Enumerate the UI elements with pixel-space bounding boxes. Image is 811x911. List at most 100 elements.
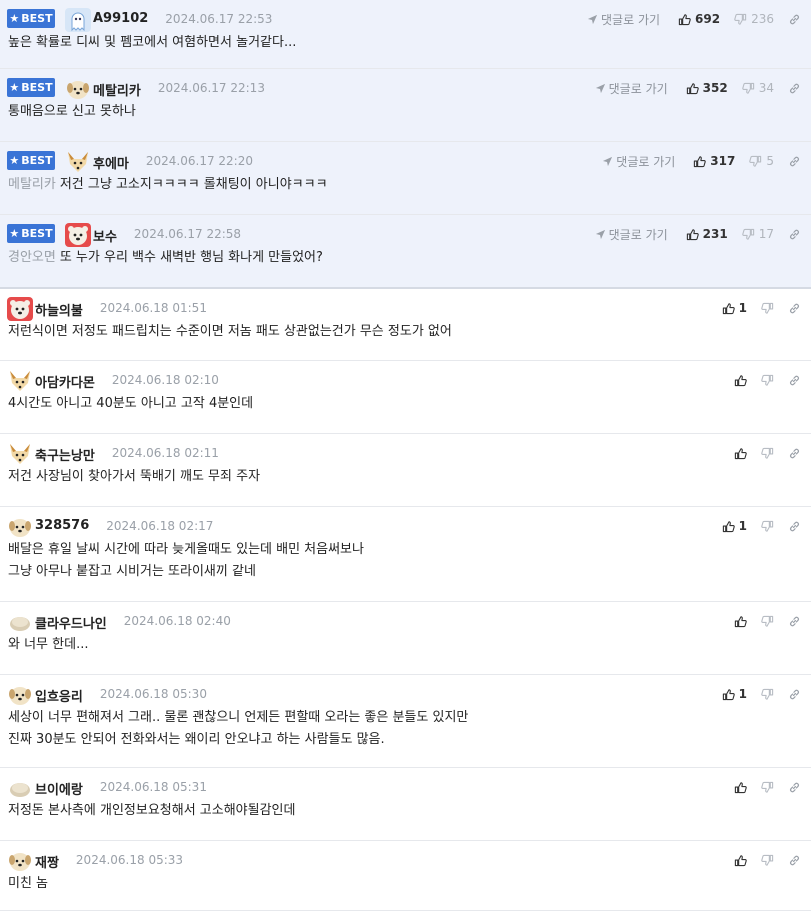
comment-line: 저정돈 본사측에 개인정보요청해서 고소해야될감인데 [8, 800, 799, 822]
nickname[interactable]: 클라우드나인 [35, 613, 107, 632]
nickname[interactable]: A99102 [93, 11, 148, 26]
bear-avatar[interactable] [65, 223, 91, 247]
comment-text: 미친 놈 [8, 876, 49, 891]
upvote-button[interactable]: 317 [693, 154, 735, 168]
best-label: BEST [21, 12, 53, 25]
share-link-button[interactable] [788, 520, 801, 533]
upvote-count: 231 [702, 227, 728, 241]
go-to-reply-button[interactable]: 댓글로 가기 [595, 226, 668, 243]
nickname[interactable]: 보수 [93, 226, 117, 245]
upvote-button[interactable]: 1 [722, 687, 747, 701]
go-to-reply-button[interactable]: 댓글로 가기 [587, 11, 660, 28]
upvote-button[interactable] [734, 374, 747, 387]
nickname[interactable]: 입흐응리 [35, 686, 83, 705]
share-link-button[interactable] [788, 447, 801, 460]
upvote-button[interactable]: 692 [678, 12, 720, 26]
thumbs-down-icon [734, 13, 747, 25]
upvote-button[interactable]: 352 [686, 81, 728, 95]
fox-avatar[interactable] [65, 150, 91, 174]
go-to-reply-label: 댓글로 가기 [601, 12, 661, 27]
dog-avatar[interactable] [7, 683, 33, 707]
upvote-button[interactable]: 1 [722, 519, 747, 533]
comment-text: 진짜 30분도 안되어 전화와서는 왜이리 안오냐고 하는 사람들도 많음. [8, 732, 385, 747]
comment-line: 배달은 휴일 날씨 시간에 따라 늦게올때도 있는데 배민 처음써보나 [8, 539, 799, 561]
downvote-button[interactable]: 236 [734, 12, 774, 26]
dog-avatar[interactable] [7, 515, 33, 539]
downvote-button[interactable] [761, 854, 774, 867]
thumbs-up-icon [734, 447, 747, 459]
ghost-avatar[interactable] [65, 8, 91, 32]
comment-date: 2024.06.18 05:30 [99, 687, 207, 701]
nickname[interactable]: 328576 [35, 518, 89, 533]
fox-avatar[interactable] [7, 442, 33, 466]
comment-header: 하늘의불 2024.06.18 01:51 1 [0, 297, 811, 321]
fox-avatar[interactable] [7, 369, 33, 393]
upvote-button[interactable] [734, 781, 747, 794]
comment-line: 4시간도 아니고 40분도 아니고 고작 4분인데 [8, 393, 799, 415]
upvote-button[interactable]: 1 [722, 301, 747, 315]
go-to-reply-button[interactable]: 댓글로 가기 [602, 153, 675, 170]
nickname[interactable]: 메탈리카 [93, 80, 141, 99]
nickname[interactable]: 브이에랑 [35, 779, 83, 798]
comment-text: 저건 그냥 고소지ㅋㅋㅋㅋ 롤채팅이 아니야ㅋㅋㅋ [59, 177, 328, 192]
share-link-button[interactable] [788, 615, 801, 628]
share-link-button[interactable] [788, 688, 801, 701]
share-link-button[interactable] [788, 781, 801, 794]
comment: 축구는낭만 2024.06.18 02:11 저건 사장님이 찾아가서 뚝배기 깨도… [0, 434, 811, 507]
share-link-button[interactable] [788, 228, 801, 241]
upvote-button[interactable]: 231 [686, 227, 728, 241]
go-to-reply-button[interactable]: 댓글로 가기 [595, 80, 668, 97]
downvote-button[interactable] [761, 447, 774, 460]
comment-text: 저건 사장님이 찾아가서 뚝배기 깨도 무죄 주자 [8, 469, 261, 484]
nickname[interactable]: 아담카다몬 [35, 372, 95, 391]
share-link-button[interactable] [788, 854, 801, 867]
downvote-button[interactable] [761, 302, 774, 315]
downvote-button[interactable] [761, 688, 774, 701]
downvote-button[interactable] [761, 615, 774, 628]
comment-actions: 1 [722, 684, 801, 704]
egg-avatar[interactable] [7, 776, 33, 800]
nickname[interactable]: 하늘의불 [35, 300, 83, 319]
thumbs-up-icon [678, 13, 691, 25]
link-icon [790, 855, 799, 865]
downvote-button[interactable] [761, 520, 774, 533]
comment-actions [734, 611, 801, 631]
share-link-button[interactable] [788, 302, 801, 315]
thumbs-down-icon [761, 854, 774, 866]
upvote-button[interactable] [734, 854, 747, 867]
comment: 재짱 2024.06.18 05:33 미친 놈 [0, 841, 811, 911]
best-badge: ★ BEST [7, 224, 55, 243]
share-link-button[interactable] [788, 13, 801, 26]
go-to-reply-label: 댓글로 가기 [608, 81, 668, 96]
reply-target-nickname[interactable]: 메탈리카 [8, 177, 56, 192]
comment-text: 저런식이면 저정도 패드립치는 수준이면 저놈 패도 상관없는건가 무슨 정도가… [8, 324, 452, 339]
nickname[interactable]: 재짱 [35, 852, 59, 871]
comment-body: 높은 확률로 디씨 및 펨코에서 여혐하면서 놀거같다... [8, 32, 799, 54]
share-link-button[interactable] [788, 155, 801, 168]
upvote-button[interactable] [734, 447, 747, 460]
upvote-button[interactable] [734, 615, 747, 628]
reply-target-nickname[interactable]: 경안오면 [8, 250, 56, 265]
downvote-button[interactable]: 5 [749, 154, 774, 168]
egg-avatar[interactable] [7, 610, 33, 634]
downvote-button[interactable]: 17 [741, 227, 774, 241]
comment-line: 세상이 너무 편해져서 그래.. 물론 괜찮으니 언제든 편할때 오라는 좋은 … [8, 707, 799, 729]
dog-avatar[interactable] [65, 77, 91, 101]
comment-text: 또 누가 우리 백수 새벽반 행님 화나게 만들었어? [59, 250, 323, 265]
star-icon: ★ [9, 154, 20, 167]
nickname[interactable]: 축구는낭만 [35, 445, 95, 464]
downvote-button[interactable] [761, 374, 774, 387]
star-icon: ★ [9, 227, 20, 240]
comment-actions [734, 777, 801, 797]
share-link-button[interactable] [788, 82, 801, 95]
dog-avatar[interactable] [7, 849, 33, 873]
bear-avatar[interactable] [7, 297, 33, 321]
share-link-button[interactable] [788, 374, 801, 387]
thumbs-down-icon [749, 155, 762, 167]
comment-list: ★ BEST A99102 2024.06.17 22:53 댓글로 가기 692 236 높… [0, 0, 811, 911]
nickname[interactable]: 후에마 [93, 153, 129, 172]
downvote-button[interactable] [761, 781, 774, 794]
comment-line: 저건 사장님이 찾아가서 뚝배기 깨도 무죄 주자 [8, 466, 799, 488]
downvote-button[interactable]: 34 [741, 81, 774, 95]
star-icon: ★ [9, 81, 20, 94]
